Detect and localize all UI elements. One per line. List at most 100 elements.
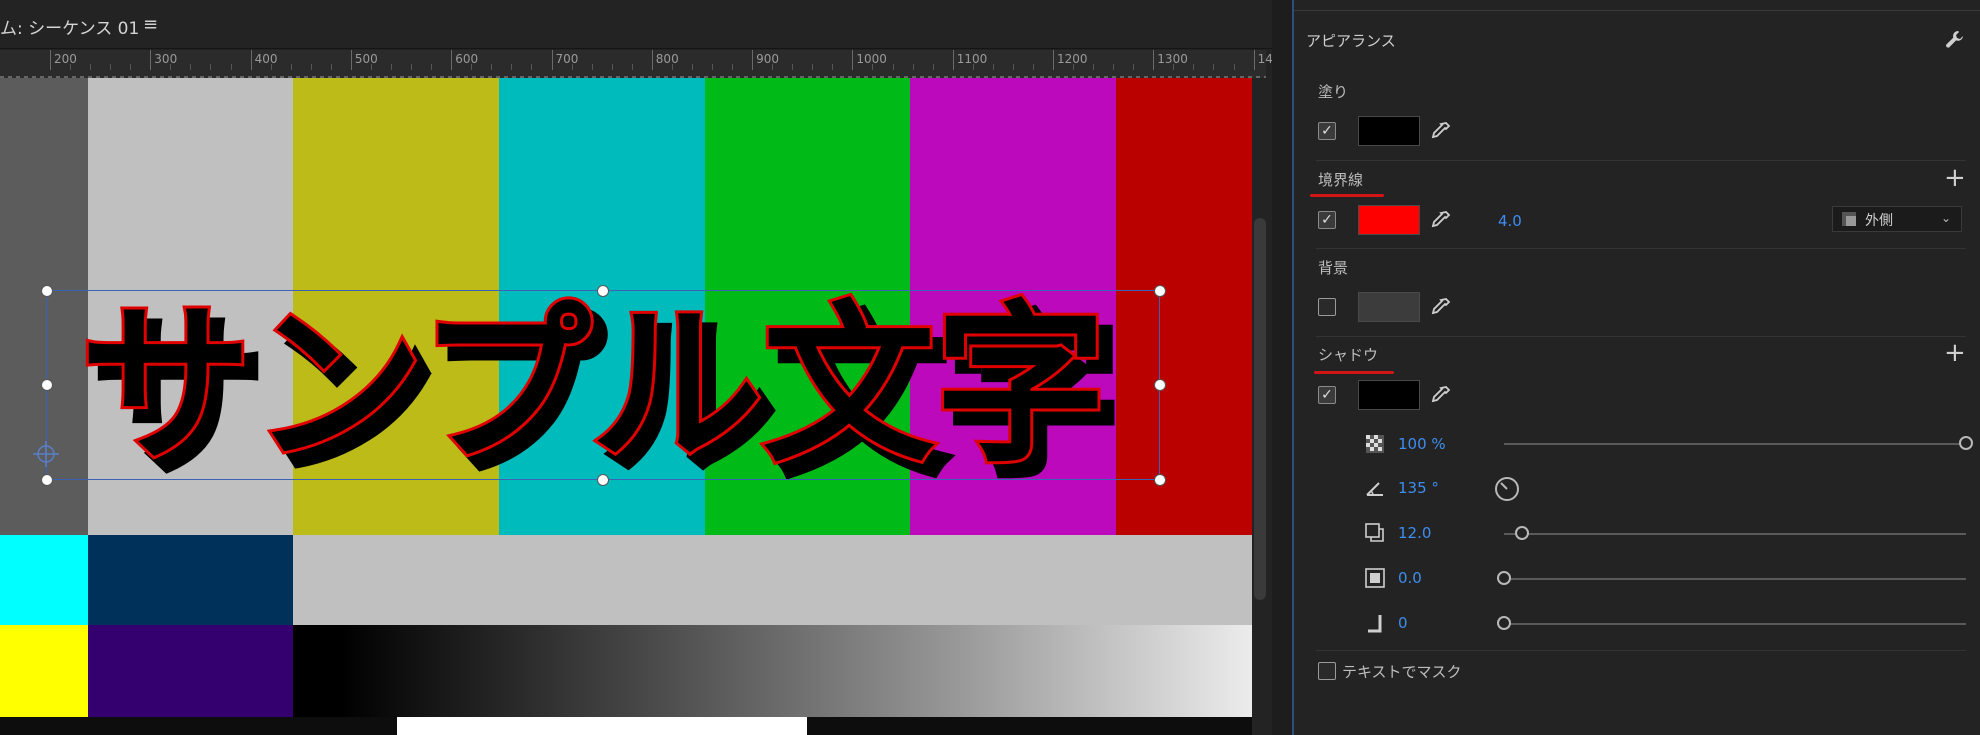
stroke-width-value[interactable]: 4.0 [1498,212,1522,230]
ruler-minor-tick [1233,64,1235,70]
ruler-minor-tick [711,64,713,70]
ruler-minor-tick [611,64,613,70]
ruler-tick-label: 14 [1257,52,1272,66]
white-patch [397,717,807,735]
background-color-swatch[interactable] [1358,292,1420,322]
gradient-bar [293,625,1252,717]
background-checkbox[interactable] [1318,298,1336,316]
color-bar-purple [88,625,293,717]
hamburger-menu-icon[interactable]: ≡ [143,14,158,35]
ruler-tick-line [852,50,854,70]
ruler-minor-tick [691,64,693,70]
ruler-minor-tick [732,64,734,70]
handle-mid-left[interactable] [41,379,53,391]
ruler-minor-tick [992,64,994,70]
fill-eyedropper-icon[interactable] [1428,120,1452,144]
stroke-position-label: 外側 [1865,213,1893,229]
ruler-minor-tick [1133,64,1135,70]
ruler-tick-line [451,50,453,70]
ruler-minor-tick [1012,64,1014,70]
shadow-distance-slider-knob[interactable] [1515,526,1530,540]
handle-top-right[interactable] [1154,285,1166,297]
stroke-position-dropdown[interactable]: 外側 ⌄ [1832,206,1962,232]
shadow-opacity-slider-knob[interactable] [1959,436,1973,450]
text-bounding-box[interactable] [46,290,1160,480]
ruler-tick-label: 1300 [1157,52,1188,66]
shadow-blur-slider-knob[interactable] [1497,616,1511,630]
separator [1316,650,1966,651]
ruler-tick-line [752,50,754,70]
ruler-tick-line [50,50,51,70]
monitor-title[interactable]: ム: シーケンス 01 [0,14,139,39]
ruler-minor-tick [190,64,192,70]
stroke-checkbox[interactable] [1318,211,1336,229]
shadow-opacity-slider[interactable] [1504,443,1966,445]
ruler-tick-label: 800 [655,52,679,66]
color-bar-navy [88,535,293,625]
ruler-tick-line [350,50,352,70]
shadow-distance-value[interactable]: 12.0 [1398,524,1431,542]
size-icon [1365,568,1385,588]
ruler-minor-tick [431,64,433,70]
fill-label: 塗り [1318,83,1349,101]
angle-dial-icon[interactable] [1494,476,1520,502]
handle-bottom-left[interactable] [41,474,53,486]
shadow-distance-slider[interactable] [1504,533,1966,535]
ruler-minor-tick [912,64,914,70]
ruler-tick-label: 200 [54,52,77,66]
shadow-eyedropper-icon[interactable] [1428,384,1452,408]
stroke-position-icon [1842,212,1856,226]
add-stroke-plus-icon[interactable]: + [1944,165,1966,191]
shadow-label: シャドウ [1318,346,1379,364]
add-shadow-plus-icon[interactable]: + [1944,340,1966,366]
ruler-tick-line [150,50,152,70]
ruler-tick-label: 600 [455,52,479,66]
anchor-point-icon[interactable] [33,441,59,467]
ruler-minor-tick [631,64,633,70]
ruler-minor-tick [411,64,413,70]
ruler-minor-tick [110,64,112,70]
shadow-angle-value[interactable]: 135 ° [1398,479,1439,497]
handle-top-mid[interactable] [597,285,609,297]
wrench-icon[interactable] [1944,29,1966,51]
opacity-icon [1366,435,1384,453]
separator [1316,160,1966,161]
shadow-checkbox[interactable] [1318,386,1336,404]
ruler-minor-tick [812,64,814,70]
handle-bottom-mid[interactable] [597,474,609,486]
handle-top-left[interactable] [41,285,53,297]
handle-bottom-right[interactable] [1154,474,1166,486]
background-eyedropper-icon[interactable] [1428,296,1452,320]
stroke-eyedropper-icon[interactable] [1428,209,1452,233]
shadow-label-underline [1314,371,1394,374]
distance-icon [1365,523,1384,542]
ruler-minor-tick [210,64,212,70]
shadow-size-value[interactable]: 0.0 [1398,569,1422,587]
vertical-scrollbar[interactable] [1254,218,1266,600]
shadow-blur-slider[interactable] [1504,623,1966,625]
ruler-tick-line [1153,50,1155,70]
ruler-tick-label: 1100 [956,52,988,66]
appearance-title: アピアランス [1306,32,1396,50]
separator [1316,248,1966,249]
appearance-panel: アピアランス 塗り 境界線 + 4.0 外側 ⌄ 背景 シャドウ + [1292,0,1980,735]
handle-mid-right[interactable] [1154,379,1166,391]
shadow-blur-value[interactable]: 0 [1398,614,1408,632]
blur-icon [1368,615,1382,633]
ruler-minor-tick [310,64,312,70]
ruler-minor-tick [892,64,894,70]
shadow-size-slider[interactable] [1504,578,1966,580]
ruler-minor-tick [391,64,393,70]
program-monitor: ム: シーケンス 01 ≡ 200 300 400 500 600 700 800 900 10… [0,0,1272,735]
stroke-color-swatch[interactable] [1358,205,1420,235]
ruler-minor-tick [531,64,533,70]
text-mask-checkbox[interactable] [1318,662,1336,680]
shadow-color-swatch[interactable] [1358,380,1420,410]
shadow-opacity-value[interactable]: 100 % [1398,435,1446,453]
fill-checkbox[interactable] [1318,122,1336,140]
fill-color-swatch[interactable] [1358,116,1420,146]
shadow-size-slider-knob[interactable] [1497,571,1511,585]
ruler-tick-label: 1000 [856,52,887,66]
stroke-label: 境界線 [1318,171,1364,189]
ruler-minor-tick [832,64,834,70]
